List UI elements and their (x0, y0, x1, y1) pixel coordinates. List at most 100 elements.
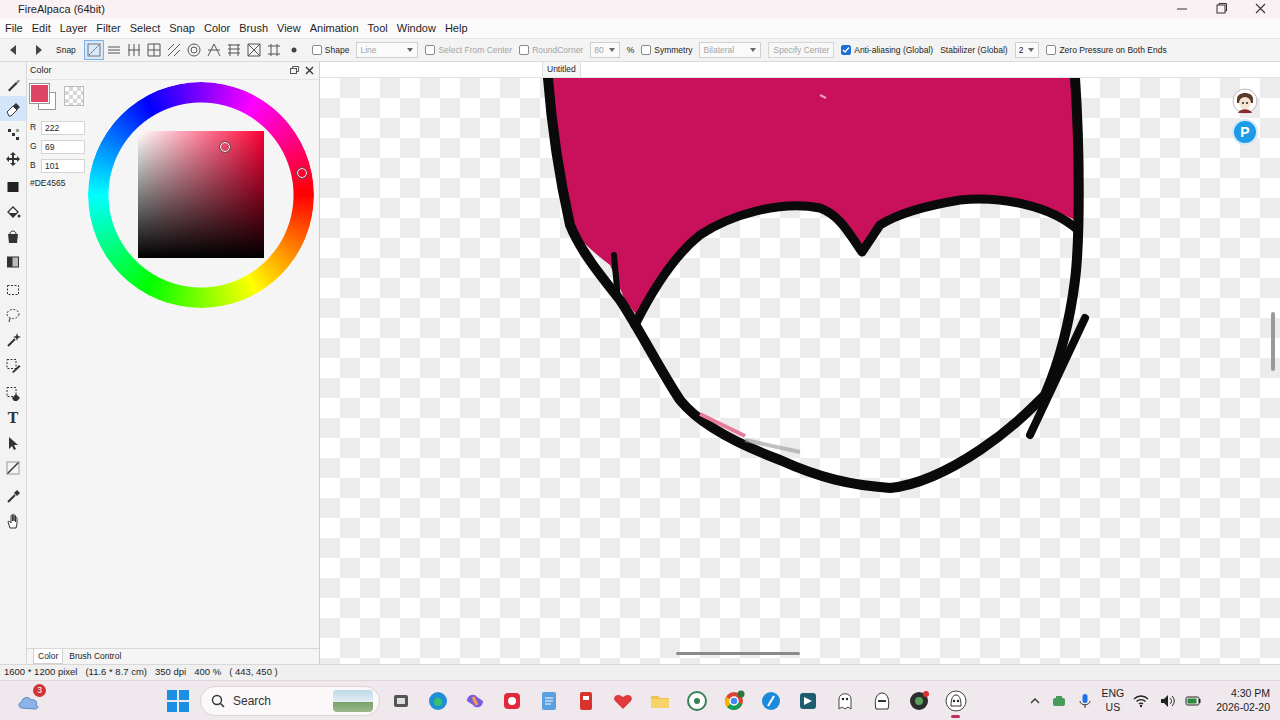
dropdown-arrow-icon[interactable] (1027, 46, 1035, 54)
menu-item[interactable]: Edit (27, 18, 55, 38)
color-wheel[interactable] (88, 82, 314, 308)
snap-mode-icon[interactable] (264, 40, 284, 60)
snap-mode-icon[interactable] (104, 40, 124, 60)
language[interactable]: ENG (1102, 687, 1125, 700)
checkbox[interactable] (841, 45, 851, 55)
divide-icon[interactable] (5, 460, 21, 476)
task-view-icon[interactable] (382, 683, 419, 719)
snap-mode-icon[interactable] (224, 40, 244, 60)
red-document-icon[interactable] (567, 683, 604, 719)
eyedropper-icon[interactable] (5, 488, 21, 504)
search-icon[interactable] (211, 694, 225, 708)
brush-icon[interactable] (5, 76, 21, 92)
channel-value-field[interactable]: 222 (41, 121, 85, 135)
snap-mode-icon[interactable] (124, 40, 144, 60)
hand-icon[interactable] (5, 513, 21, 529)
show-hidden-icons-icon[interactable] (1028, 694, 1042, 708)
date[interactable]: 2026-02-20 (1216, 701, 1270, 715)
tool-button[interactable]: T (0, 405, 26, 430)
menu-item[interactable]: Brush (235, 18, 273, 38)
channel-value-field[interactable]: 69 (41, 140, 85, 154)
search-placeholder[interactable]: Search (233, 692, 271, 710)
operation-icon[interactable] (5, 435, 21, 451)
channel-value-field[interactable]: 101 (41, 159, 85, 173)
snap-mode-icon[interactable] (204, 40, 224, 60)
volume-icon[interactable] (1158, 692, 1176, 710)
tool-button[interactable] (0, 96, 26, 121)
red-heart-app-icon[interactable] (604, 683, 641, 719)
red-app-icon[interactable] (493, 683, 530, 719)
checkbox-option[interactable]: Symmetry (641, 44, 692, 57)
tool-button[interactable] (0, 483, 26, 508)
vertical-scroll-thumb[interactable] (1271, 312, 1275, 371)
tool-button[interactable] (0, 71, 26, 96)
copilot-icon[interactable] (456, 683, 493, 719)
tray-app-icon[interactable] (1050, 692, 1068, 710)
hue-marker[interactable] (297, 168, 307, 178)
blue-app-icon[interactable] (752, 683, 789, 719)
keyboard-region[interactable]: US (1102, 701, 1125, 714)
snap-mode-icon[interactable] (244, 40, 264, 60)
menu-item[interactable]: Window (392, 18, 440, 38)
snap-mode-icon[interactable] (84, 40, 104, 60)
flower-app-icon[interactable] (678, 683, 715, 719)
weather-widget[interactable]: 3 (12, 684, 46, 718)
tool-button[interactable] (0, 455, 26, 480)
checkbox-option[interactable]: Zero Pressure on Both Ends (1046, 44, 1166, 57)
saturation-value-square[interactable] (138, 131, 264, 258)
tool-button[interactable] (0, 199, 26, 224)
float-panel-icon[interactable] (289, 65, 300, 76)
next-icon[interactable] (26, 39, 52, 61)
checkbox[interactable] (312, 45, 322, 55)
fill-rect-icon[interactable] (5, 179, 21, 195)
tool-button[interactable] (0, 430, 26, 455)
tool-button[interactable] (0, 224, 26, 249)
tool-button[interactable] (0, 249, 26, 274)
previous-icon[interactable] (0, 39, 26, 61)
saturation-value-marker[interactable] (220, 142, 230, 152)
menu-item[interactable]: Help (440, 18, 472, 38)
tool-button[interactable] (0, 380, 26, 405)
microphone-icon[interactable] (1076, 692, 1094, 710)
snap-mode-icon[interactable] (144, 40, 164, 60)
firealpaca-icon[interactable] (937, 683, 974, 719)
menu-item[interactable]: Snap (165, 18, 200, 38)
menu-item[interactable]: View (273, 18, 306, 38)
tool-button[interactable] (0, 174, 26, 199)
foreground-color-swatch[interactable] (30, 84, 49, 103)
checkbox[interactable] (641, 45, 651, 55)
windows-start-icon[interactable] (160, 683, 196, 719)
menu-item[interactable]: Select (125, 18, 165, 38)
folder-icon[interactable] (641, 683, 678, 719)
eraser-icon[interactable] (5, 101, 21, 117)
dropdown-box[interactable]: 2 (1015, 42, 1040, 59)
canvas[interactable]: P (320, 78, 1280, 664)
snap-mode-icon[interactable] (284, 40, 304, 60)
battery-icon[interactable] (1184, 692, 1202, 710)
close-panel-icon[interactable] (304, 65, 315, 76)
dark-app-icon[interactable] (900, 683, 937, 719)
tool-button[interactable] (0, 327, 26, 352)
move-icon[interactable] (5, 151, 21, 167)
ghost-app-icon[interactable] (826, 683, 863, 719)
tool-button[interactable] (0, 302, 26, 327)
menu-item[interactable]: File (0, 18, 27, 38)
tool-button[interactable] (0, 352, 26, 377)
hex-value[interactable]: #DE4565 (30, 177, 85, 190)
document-tab[interactable]: Untitled (542, 61, 581, 77)
checkbox[interactable] (1046, 45, 1056, 55)
restore-icon[interactable] (1202, 0, 1241, 18)
close-icon[interactable] (1241, 0, 1280, 18)
fill-icon[interactable] (5, 204, 21, 220)
menu-item[interactable]: Animation (305, 18, 363, 38)
wifi-icon[interactable] (1132, 692, 1150, 710)
menu-item[interactable]: Color (199, 18, 234, 38)
dot-icon[interactable] (5, 126, 21, 142)
tool-button[interactable] (0, 508, 26, 533)
search-highlight-picture[interactable] (333, 690, 373, 712)
snap-mode-icon[interactable] (164, 40, 184, 60)
bucket-icon[interactable] (5, 229, 21, 245)
minimize-icon[interactable] (1163, 0, 1202, 18)
gradient-icon[interactable] (5, 254, 21, 270)
language-indicator[interactable]: ENGUS (1102, 687, 1125, 713)
